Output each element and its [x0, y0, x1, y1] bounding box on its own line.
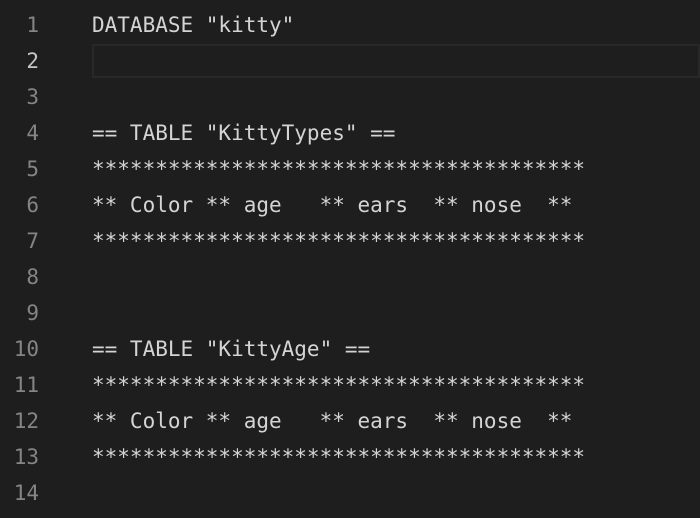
- code-line-7[interactable]: ***************************************: [92, 223, 700, 259]
- code-line-5[interactable]: ***************************************: [92, 151, 700, 187]
- line-number-14: 14: [13, 481, 39, 505]
- code-line-13[interactable]: ***************************************: [92, 439, 700, 475]
- line-number-13: 13: [13, 445, 39, 469]
- code-line-9[interactable]: [92, 295, 700, 331]
- line-number-7: 7: [26, 229, 39, 253]
- code-line-10[interactable]: == TABLE "KittyAge" ==: [92, 331, 700, 367]
- line-number-3: 3: [26, 85, 39, 109]
- code-line-3[interactable]: [92, 79, 700, 115]
- line-number-6: 6: [26, 193, 39, 217]
- code-line-11[interactable]: ***************************************: [92, 367, 700, 403]
- line-number-gutter: 1 2 3 4 5 6 7 8 9 10 11 12 13 14: [0, 7, 60, 511]
- code-text-area[interactable]: DATABASE "kitty" == TABLE "KittyTypes" =…: [92, 7, 700, 511]
- line-number-5: 5: [26, 157, 39, 181]
- line-number-1: 1: [26, 13, 39, 37]
- line-number-12: 12: [13, 409, 39, 433]
- line-number-4: 4: [26, 121, 39, 145]
- code-line-8[interactable]: [92, 259, 700, 295]
- code-line-14[interactable]: [92, 475, 700, 511]
- line-number-9: 9: [26, 301, 39, 325]
- code-editor[interactable]: 1 2 3 4 5 6 7 8 9 10 11 12 13 14 DATABAS…: [0, 0, 700, 518]
- line-number-8: 8: [26, 265, 39, 289]
- code-line-1[interactable]: DATABASE "kitty": [92, 7, 700, 43]
- code-line-4[interactable]: == TABLE "KittyTypes" ==: [92, 115, 700, 151]
- line-number-11: 11: [13, 373, 39, 397]
- code-line-6[interactable]: ** Color ** age ** ears ** nose **: [92, 187, 700, 223]
- line-number-10: 10: [13, 337, 39, 361]
- code-line-2-current[interactable]: [92, 43, 700, 79]
- code-line-12[interactable]: ** Color ** age ** ears ** nose **: [92, 403, 700, 439]
- line-number-2: 2: [26, 49, 39, 73]
